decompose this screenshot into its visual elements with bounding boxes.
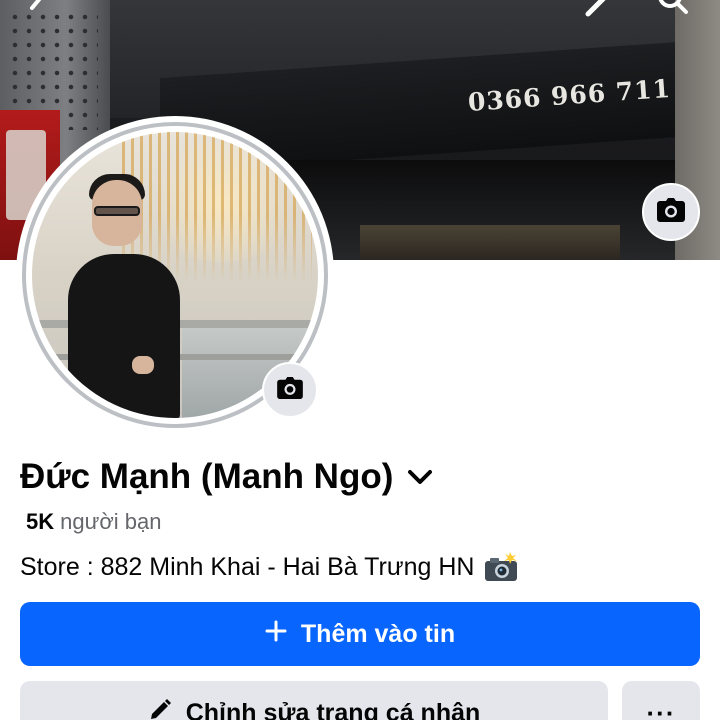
friends-count: 5K — [26, 509, 55, 534]
more-options-button[interactable]: ··· — [622, 681, 700, 720]
bio-text: Store : 882 Minh Khai - Hai Bà Trưng HN — [20, 552, 475, 581]
cover-shop-light — [360, 225, 620, 260]
friends-label: người bạn — [60, 509, 162, 534]
pencil-icon[interactable] — [584, 0, 614, 26]
cover-camera-button[interactable] — [642, 183, 700, 241]
chevron-down-icon[interactable] — [407, 468, 433, 486]
profile-bio: Store : 882 Minh Khai - Hai Bà Trưng HN — [20, 548, 518, 586]
plus-icon — [265, 620, 287, 649]
avatar-camera-button[interactable] — [262, 362, 318, 418]
search-icon[interactable] — [656, 0, 692, 26]
friends-summary[interactable]: 5K người bạn — [26, 506, 161, 538]
edit-profile-button[interactable]: Chỉnh sửa trang cá nhân — [20, 681, 608, 720]
profile-name: Đức Mạnh (Manh Ngo) — [20, 457, 394, 496]
profile-name-row[interactable]: Đức Mạnh (Manh Ngo) — [20, 454, 433, 500]
pencil-icon — [148, 698, 172, 720]
more-horizontal-icon: ··· — [646, 697, 676, 720]
add-to-story-button[interactable]: Thêm vào tin — [20, 602, 700, 666]
camera-icon — [657, 197, 685, 227]
camera-icon — [277, 376, 303, 404]
edit-profile-label: Chỉnh sửa trang cá nhân — [185, 698, 481, 720]
back-icon[interactable] — [24, 0, 54, 26]
add-to-story-label: Thêm vào tin — [300, 619, 456, 648]
camera-flash-emoji-icon — [484, 552, 518, 582]
